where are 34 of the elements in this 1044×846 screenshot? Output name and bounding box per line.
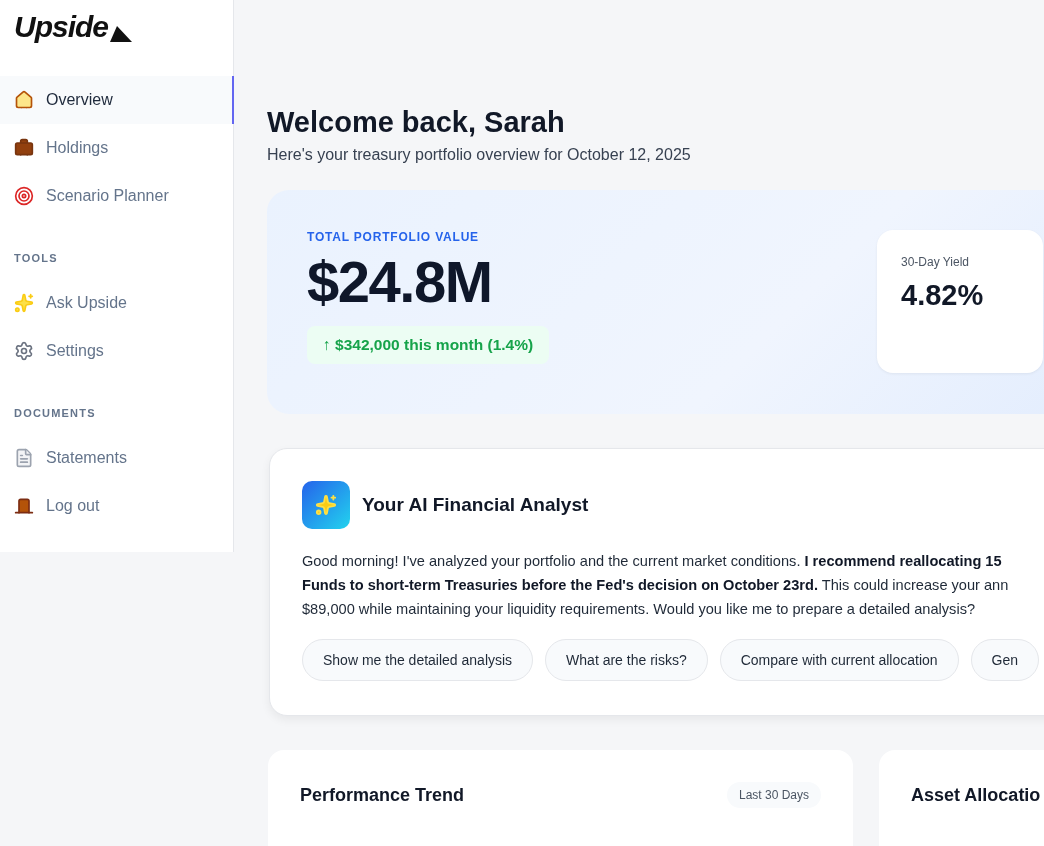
suggestion-chip[interactable]: What are the risks? <box>545 639 708 681</box>
suggestion-chip[interactable]: Compare with current allocation <box>719 639 959 681</box>
logo-text: Upside <box>14 10 109 44</box>
nav-item[interactable]: Log out <box>0 482 234 530</box>
nav-item[interactable]: Holdings <box>0 124 234 172</box>
suggestion-chip[interactable]: Gen <box>970 639 1040 681</box>
change-pill: ↑ $342,000 this month (1.4%) <box>307 326 550 364</box>
sparkles-icon <box>14 293 34 313</box>
card-title: Performance Trend <box>300 784 465 807</box>
suggestion-chip[interactable]: Show me the detailed analysis <box>302 639 534 681</box>
section-heading: DOCUMENTS <box>13 406 97 421</box>
nav-item[interactable]: Statements <box>0 434 234 482</box>
period-badge: Last 30 Days <box>726 782 821 808</box>
document-icon <box>14 448 34 468</box>
nav-item[interactable]: Scenario Planner <box>0 172 234 220</box>
page-subtitle: Here's your treasury portfolio overview for October 12, 2025 <box>267 146 692 164</box>
portfolio-label: TOTAL PORTFOLIO VALUE <box>307 230 480 244</box>
page-title: Welcome back, Sarah <box>267 105 566 140</box>
nav-item[interactable]: Ask Upside <box>0 279 234 327</box>
nav-item[interactable]: Overview <box>0 76 234 124</box>
portfolio-value: $24.8M <box>307 250 493 314</box>
triangle-logo-icon <box>110 26 133 42</box>
target-icon <box>14 186 34 206</box>
house-icon <box>14 90 34 110</box>
card-title: Asset Allocatio <box>911 784 1041 807</box>
stat-value: 4.82% <box>901 279 985 312</box>
section-heading: TOOLS <box>13 251 59 266</box>
analyst-message: Good morning! I've analyzed your portfolio and the current market conditions. I recommend reallocating 15 Funds to short-term Treasuries before the Fed's decision on October 23rd. This could increase your ann $89,000 while maintaining your liquidity requirements. Would you like me to prepare a detailed analysis? <box>302 552 1010 619</box>
sparkles-icon <box>315 494 337 516</box>
analyst-title: Your AI Financial Analyst <box>362 494 589 516</box>
briefcase-icon <box>14 138 34 158</box>
stat-label: 30-Day Yield <box>901 255 971 269</box>
nav-item[interactable]: Settings <box>0 327 234 375</box>
settings-icon <box>14 341 34 361</box>
